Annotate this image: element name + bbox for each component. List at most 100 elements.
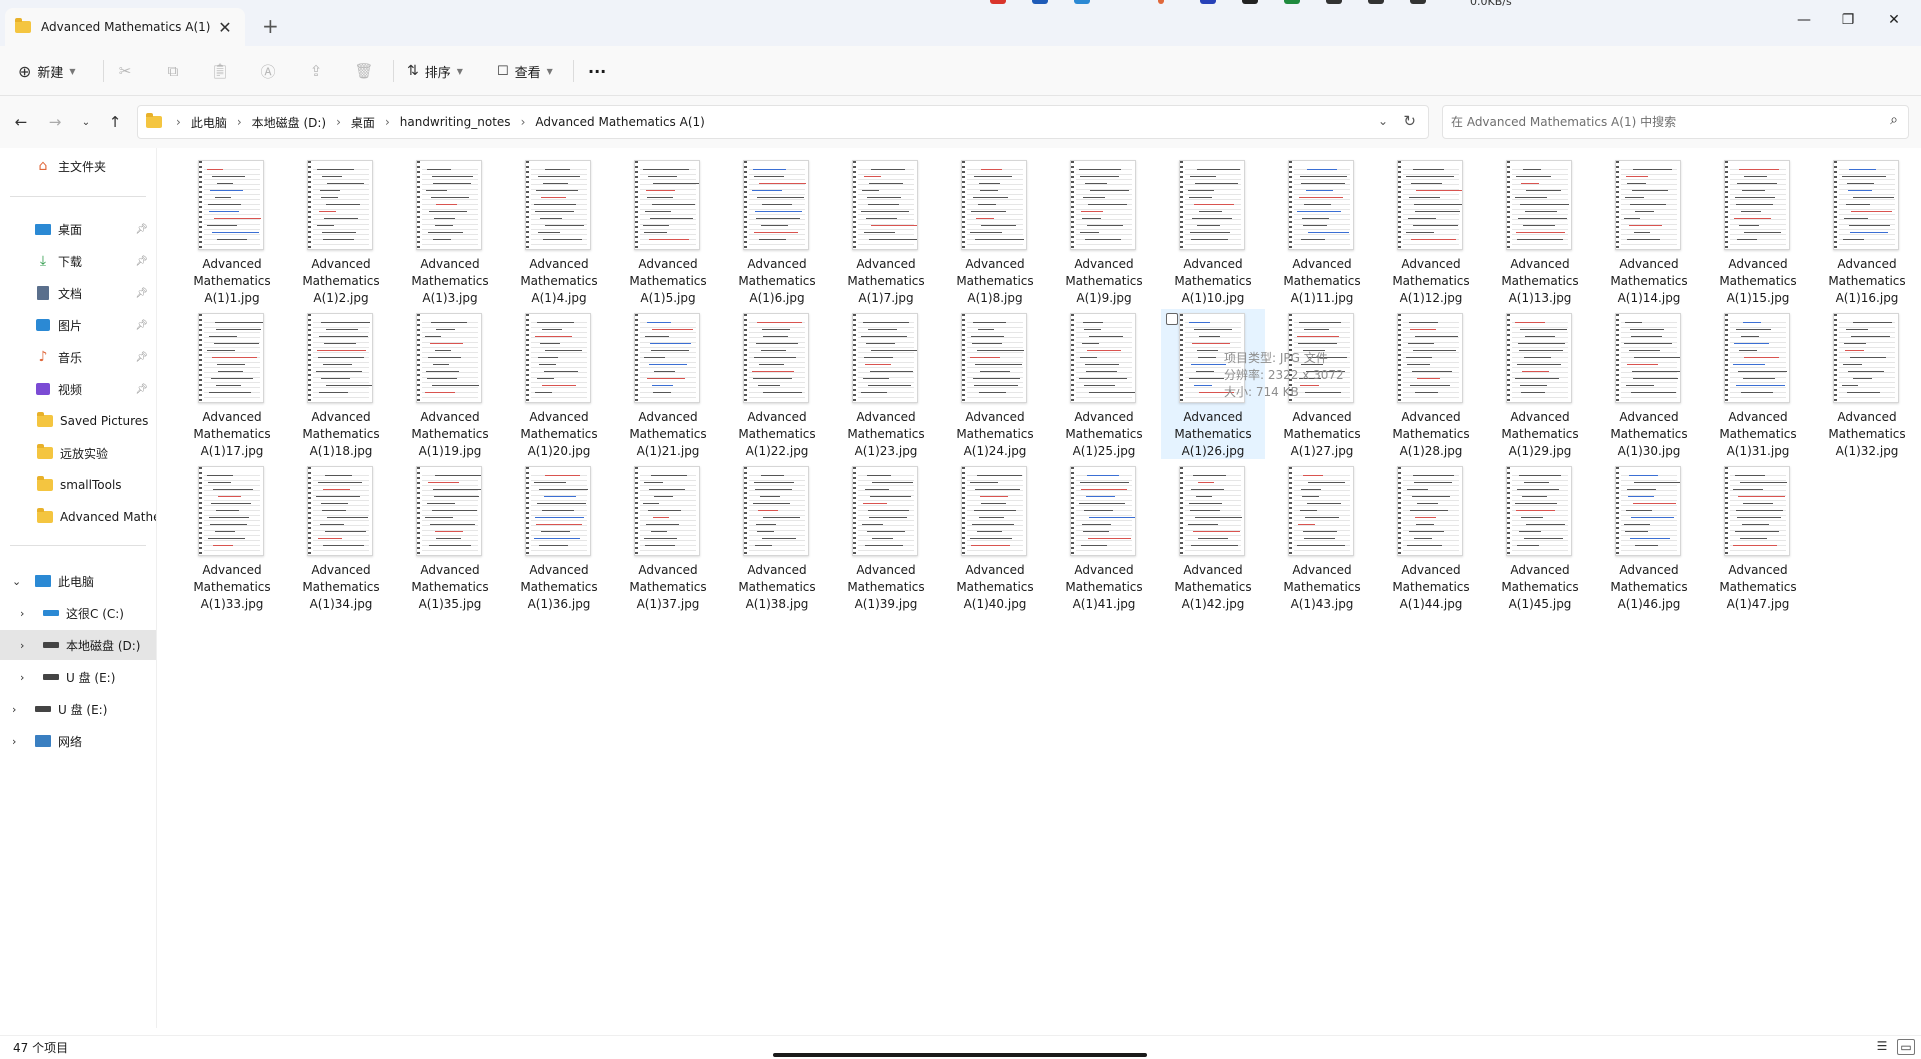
file-item[interactable]: Advanced Mathematics A(1)25.jpg [1052, 309, 1156, 459]
file-item[interactable]: Advanced Mathematics A(1)36.jpg [507, 462, 611, 612]
chevron-right-icon[interactable]: › [20, 639, 24, 652]
file-item[interactable]: Advanced Mathematics A(1)45.jpg [1488, 462, 1592, 612]
close-tab-icon[interactable]: ✕ [215, 18, 235, 37]
sidebar-item-this-pc[interactable]: ⌄ 此电脑 [0, 566, 156, 596]
file-item[interactable]: Advanced Mathematics A(1)31.jpg [1706, 309, 1810, 459]
tray-app-icon[interactable] [1326, 0, 1342, 4]
up-button[interactable]: ↑ [103, 110, 127, 134]
large-icons-view-icon[interactable]: ▭ [1897, 1039, 1915, 1055]
pin-icon[interactable]: 📌︎ [135, 320, 148, 331]
rename-icon[interactable]: Ⓐ [255, 58, 281, 84]
new-tab-button[interactable]: + [262, 14, 279, 38]
chevron-right-icon[interactable]: › [12, 735, 16, 748]
chevron-right-icon[interactable]: › [20, 671, 24, 684]
tray-app-icon[interactable] [1074, 0, 1090, 4]
file-item[interactable]: Advanced Mathematics A(1)11.jpg [1270, 156, 1374, 306]
file-item[interactable]: Advanced Mathematics A(1)10.jpg [1161, 156, 1265, 306]
breadcrumb-item[interactable]: Advanced Mathematics A(1) [535, 115, 704, 129]
file-item[interactable]: Advanced Mathematics A(1)42.jpg [1161, 462, 1265, 612]
sidebar-item-documents[interactable]: 文档 📌︎ [0, 278, 156, 308]
file-item[interactable]: Advanced Mathematics A(1)2.jpg [289, 156, 393, 306]
maximize-button[interactable]: ❐ [1828, 12, 1868, 28]
file-item[interactable]: Advanced Mathematics A(1)14.jpg [1597, 156, 1701, 306]
chevron-right-icon[interactable]: › [20, 607, 24, 620]
file-item[interactable]: Advanced Mathematics A(1)44.jpg [1379, 462, 1483, 612]
file-item[interactable]: Advanced Mathematics A(1)3.jpg [398, 156, 502, 306]
chevron-right-icon[interactable]: › [12, 703, 16, 716]
file-item[interactable]: Advanced Mathematics A(1)16.jpg [1815, 156, 1919, 306]
sidebar-item-folder[interactable]: 远放实验 [0, 438, 156, 468]
new-button[interactable]: ⊕ 新建 ▼ [18, 56, 76, 86]
chevron-right-icon[interactable]: › [237, 115, 242, 129]
breadcrumb-item[interactable]: 桌面 [351, 114, 375, 131]
chevron-right-icon[interactable]: › [336, 115, 341, 129]
file-item[interactable]: Advanced Mathematics A(1)20.jpg [507, 309, 611, 459]
file-item[interactable]: Advanced Mathematics A(1)35.jpg [398, 462, 502, 612]
chevron-down-icon[interactable]: ⌄ [1378, 114, 1388, 128]
tray-app-icon[interactable] [1410, 0, 1426, 4]
sidebar-item-music[interactable]: ♪ 音乐 📌︎ [0, 342, 156, 372]
file-item[interactable]: Advanced Mathematics A(1)24.jpg [943, 309, 1047, 459]
sidebar-item-pictures[interactable]: 图片 📌︎ [0, 310, 156, 340]
file-item[interactable]: Advanced Mathematics A(1)29.jpg [1488, 309, 1592, 459]
file-item[interactable]: Advanced Mathematics A(1)41.jpg [1052, 462, 1156, 612]
file-item[interactable]: Advanced Mathematics A(1)7.jpg [834, 156, 938, 306]
tray-app-icon[interactable] [1242, 0, 1258, 4]
pin-icon[interactable]: 📌︎ [135, 352, 148, 363]
breadcrumb-item[interactable]: 此电脑 [191, 114, 227, 131]
file-item[interactable]: Advanced Mathematics A(1)37.jpg [616, 462, 720, 612]
file-item[interactable]: Advanced Mathematics A(1)1.jpg [180, 156, 284, 306]
minimize-button[interactable]: — [1784, 12, 1824, 28]
select-checkbox[interactable] [1166, 313, 1178, 325]
copy-icon[interactable]: ⧉ [160, 58, 186, 84]
sidebar-item-usb[interactable]: › U 盘 (E:) [0, 694, 156, 724]
cut-icon[interactable]: ✂ [112, 58, 138, 84]
tray-app-icon[interactable] [1284, 0, 1300, 4]
paste-icon[interactable]: 📋︎ [207, 58, 233, 84]
file-item[interactable]: Advanced Mathematics A(1)17.jpg [180, 309, 284, 459]
breadcrumb-item[interactable]: 本地磁盘 (D:) [252, 114, 326, 131]
sidebar-item-drive-d[interactable]: › 本地磁盘 (D:) [0, 630, 156, 660]
search-box[interactable]: ⌕ [1442, 105, 1909, 139]
file-item[interactable]: Advanced Mathematics A(1)22.jpg [725, 309, 829, 459]
file-item[interactable]: Advanced Mathematics A(1)30.jpg [1597, 309, 1701, 459]
file-item[interactable]: Advanced Mathematics A(1)43.jpg [1270, 462, 1374, 612]
sidebar-item-desktop[interactable]: 桌面 📌︎ [0, 214, 156, 244]
sidebar-item-saved-pictures[interactable]: Saved Pictures [0, 406, 156, 436]
sidebar-item-videos[interactable]: 视频 📌︎ [0, 374, 156, 404]
chevron-down-icon[interactable]: ⌄ [12, 575, 21, 588]
address-bar[interactable]: › 此电脑 › 本地磁盘 (D:) › 桌面 › handwriting_not… [137, 105, 1429, 139]
refresh-icon[interactable]: ↻ [1403, 112, 1416, 130]
sidebar-item-drive-c[interactable]: › 这很C (C:) [0, 598, 156, 628]
tray-app-icon[interactable] [1158, 0, 1164, 4]
pin-icon[interactable]: 📌︎ [135, 224, 148, 235]
back-button[interactable]: ← [9, 110, 33, 134]
file-item[interactable]: Advanced Mathematics A(1)6.jpg [725, 156, 829, 306]
file-item[interactable]: Advanced Mathematics A(1)32.jpg [1815, 309, 1919, 459]
file-item[interactable]: Advanced Mathematics A(1)33.jpg [180, 462, 284, 612]
file-item[interactable]: Advanced Mathematics A(1)47.jpg [1706, 462, 1810, 612]
tray-app-icon[interactable] [1032, 0, 1048, 4]
tray-app-icon[interactable] [990, 0, 1006, 4]
tray-app-icon[interactable] [1368, 0, 1384, 4]
sidebar-item-downloads[interactable]: ⤓ 下载 📌︎ [0, 246, 156, 276]
file-item[interactable]: Advanced Mathematics A(1)9.jpg [1052, 156, 1156, 306]
details-view-icon[interactable]: ☰ [1873, 1039, 1891, 1055]
file-item[interactable]: Advanced Mathematics A(1)13.jpg [1488, 156, 1592, 306]
file-item[interactable]: Advanced Mathematics A(1)34.jpg [289, 462, 393, 612]
file-item[interactable]: Advanced Mathematics A(1)12.jpg [1379, 156, 1483, 306]
sidebar-item-drive-e[interactable]: › U 盘 (E:) [0, 662, 156, 692]
delete-icon[interactable]: 🗑︎ [351, 58, 377, 84]
file-item[interactable]: Advanced Mathematics A(1)8.jpg [943, 156, 1047, 306]
file-item[interactable]: Advanced Mathematics A(1)23.jpg [834, 309, 938, 459]
file-item[interactable]: Advanced Mathematics A(1)15.jpg [1706, 156, 1810, 306]
file-item[interactable]: Advanced Mathematics A(1)4.jpg [507, 156, 611, 306]
sidebar-item-smalltools[interactable]: smallTools [0, 470, 156, 500]
pin-icon[interactable]: 📌︎ [135, 288, 148, 299]
file-item[interactable]: Advanced Mathematics A(1)5.jpg [616, 156, 720, 306]
tab-current-folder[interactable]: Advanced Mathematics A(1) ✕ [5, 8, 245, 46]
file-item[interactable]: Advanced Mathematics A(1)18.jpg [289, 309, 393, 459]
close-window-button[interactable]: ✕ [1874, 12, 1914, 28]
more-options-button[interactable]: ··· [588, 56, 606, 86]
pin-icon[interactable]: 📌︎ [135, 384, 148, 395]
